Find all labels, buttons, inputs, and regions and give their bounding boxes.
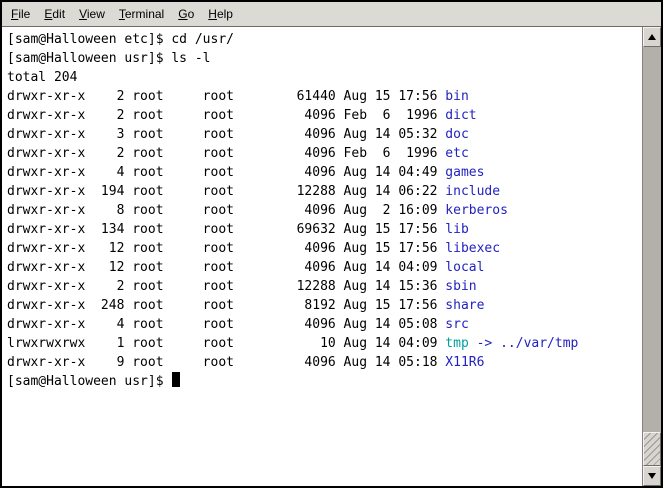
directory-name: doc bbox=[445, 127, 468, 142]
terminal-text: drwxr-xr-x 2 root root 61440 Aug 15 17:5… bbox=[7, 89, 445, 104]
directory-name: libexec bbox=[445, 241, 500, 256]
directory-name: sbin bbox=[445, 279, 476, 294]
terminal-line: drwxr-xr-x 2 root root 4096 Feb 6 1996 d… bbox=[7, 106, 642, 125]
terminal-screen[interactable]: [sam@Halloween etc]$ cd /usr/ [sam@Hallow… bbox=[2, 27, 642, 486]
scrollbar-track[interactable] bbox=[643, 47, 661, 466]
terminal-line: drwxr-xr-x 9 root root 4096 Aug 14 05:18… bbox=[7, 353, 642, 372]
down-arrow-icon bbox=[648, 473, 656, 479]
terminal-text: drwxr-xr-x 2 root root 4096 Feb 6 1996 bbox=[7, 146, 445, 161]
terminal-line: drwxr-xr-x 12 root root 4096 Aug 14 04:0… bbox=[7, 258, 642, 277]
terminal-text: drwxr-xr-x 248 root root 8192 Aug 15 17:… bbox=[7, 298, 445, 313]
directory-name: -> ../var/tmp bbox=[469, 336, 579, 351]
menubar: FileEditViewTerminalGoHelp bbox=[2, 2, 661, 27]
terminal-line: drwxr-xr-x 8 root root 4096 Aug 2 16:09 … bbox=[7, 201, 642, 220]
terminal-line: drwxr-xr-x 3 root root 4096 Aug 14 05:32… bbox=[7, 125, 642, 144]
terminal-text: drwxr-xr-x 2 root root 4096 Feb 6 1996 bbox=[7, 108, 445, 123]
menu-item-terminal[interactable]: Terminal bbox=[112, 3, 171, 25]
directory-name: games bbox=[445, 165, 484, 180]
text-cursor bbox=[172, 372, 180, 387]
terminal-text: drwxr-xr-x 8 root root 4096 Aug 2 16:09 bbox=[7, 203, 445, 218]
terminal-line: [sam@Halloween usr]$ bbox=[7, 372, 642, 391]
terminal-text: drwxr-xr-x 12 root root 4096 Aug 15 17:5… bbox=[7, 241, 445, 256]
terminal-line: total 204 bbox=[7, 68, 642, 87]
terminal-line: drwxr-xr-x 4 root root 4096 Aug 14 04:49… bbox=[7, 163, 642, 182]
terminal-text: drwxr-xr-x 4 root root 4096 Aug 14 05:08 bbox=[7, 317, 445, 332]
scrollbar-thumb[interactable] bbox=[643, 432, 661, 466]
directory-name: kerberos bbox=[445, 203, 508, 218]
terminal-text: drwxr-xr-x 12 root root 4096 Aug 14 04:0… bbox=[7, 260, 445, 275]
terminal-line: drwxr-xr-x 4 root root 4096 Aug 14 05:08… bbox=[7, 315, 642, 334]
symlink-name: tmp bbox=[445, 336, 468, 351]
terminal-line: drwxr-xr-x 2 root root 4096 Feb 6 1996 e… bbox=[7, 144, 642, 163]
directory-name: share bbox=[445, 298, 484, 313]
terminal-line: drwxr-xr-x 2 root root 12288 Aug 14 15:3… bbox=[7, 277, 642, 296]
terminal-line: [sam@Halloween etc]$ cd /usr/ bbox=[7, 30, 642, 49]
directory-name: bin bbox=[445, 89, 468, 104]
terminal-line: drwxr-xr-x 194 root root 12288 Aug 14 06… bbox=[7, 182, 642, 201]
directory-name: X11R6 bbox=[445, 355, 484, 370]
terminal-line: drwxr-xr-x 2 root root 61440 Aug 15 17:5… bbox=[7, 87, 642, 106]
scroll-down-button[interactable] bbox=[643, 466, 661, 486]
up-arrow-icon bbox=[648, 34, 656, 40]
window-content: [sam@Halloween etc]$ cd /usr/ [sam@Hallow… bbox=[2, 27, 661, 486]
terminal-text: drwxr-xr-x 3 root root 4096 Aug 14 05:32 bbox=[7, 127, 445, 142]
terminal-text: drwxr-xr-x 4 root root 4096 Aug 14 04:49 bbox=[7, 165, 445, 180]
menu-item-view[interactable]: View bbox=[72, 3, 112, 25]
terminal-text: [sam@Halloween usr]$ ls -l bbox=[7, 51, 211, 66]
scroll-up-button[interactable] bbox=[643, 27, 661, 47]
scrollbar[interactable] bbox=[642, 27, 661, 486]
directory-name: lib bbox=[445, 222, 468, 237]
terminal-window: FileEditViewTerminalGoHelp [sam@Hallowee… bbox=[0, 0, 663, 488]
directory-name: include bbox=[445, 184, 500, 199]
directory-name: etc bbox=[445, 146, 468, 161]
terminal-line: drwxr-xr-x 12 root root 4096 Aug 15 17:5… bbox=[7, 239, 642, 258]
terminal-text: [sam@Halloween etc]$ cd /usr/ bbox=[7, 32, 234, 47]
terminal-text: drwxr-xr-x 9 root root 4096 Aug 14 05:18 bbox=[7, 355, 445, 370]
terminal-line: [sam@Halloween usr]$ ls -l bbox=[7, 49, 642, 68]
menu-item-edit[interactable]: Edit bbox=[37, 3, 72, 25]
terminal-text: drwxr-xr-x 134 root root 69632 Aug 15 17… bbox=[7, 222, 445, 237]
terminal-text: total 204 bbox=[7, 70, 77, 85]
terminal-line: drwxr-xr-x 248 root root 8192 Aug 15 17:… bbox=[7, 296, 642, 315]
terminal-text: drwxr-xr-x 2 root root 12288 Aug 14 15:3… bbox=[7, 279, 445, 294]
terminal-text: [sam@Halloween usr]$ bbox=[7, 374, 171, 389]
menu-item-file[interactable]: File bbox=[4, 3, 37, 25]
terminal-text: drwxr-xr-x 194 root root 12288 Aug 14 06… bbox=[7, 184, 445, 199]
terminal-line: drwxr-xr-x 134 root root 69632 Aug 15 17… bbox=[7, 220, 642, 239]
directory-name: dict bbox=[445, 108, 476, 123]
menu-item-help[interactable]: Help bbox=[201, 3, 240, 25]
directory-name: src bbox=[445, 317, 468, 332]
terminal-line: lrwxrwxrwx 1 root root 10 Aug 14 04:09 t… bbox=[7, 334, 642, 353]
terminal-text: lrwxrwxrwx 1 root root 10 Aug 14 04:09 bbox=[7, 336, 445, 351]
directory-name: local bbox=[445, 260, 484, 275]
menu-item-go[interactable]: Go bbox=[171, 3, 201, 25]
